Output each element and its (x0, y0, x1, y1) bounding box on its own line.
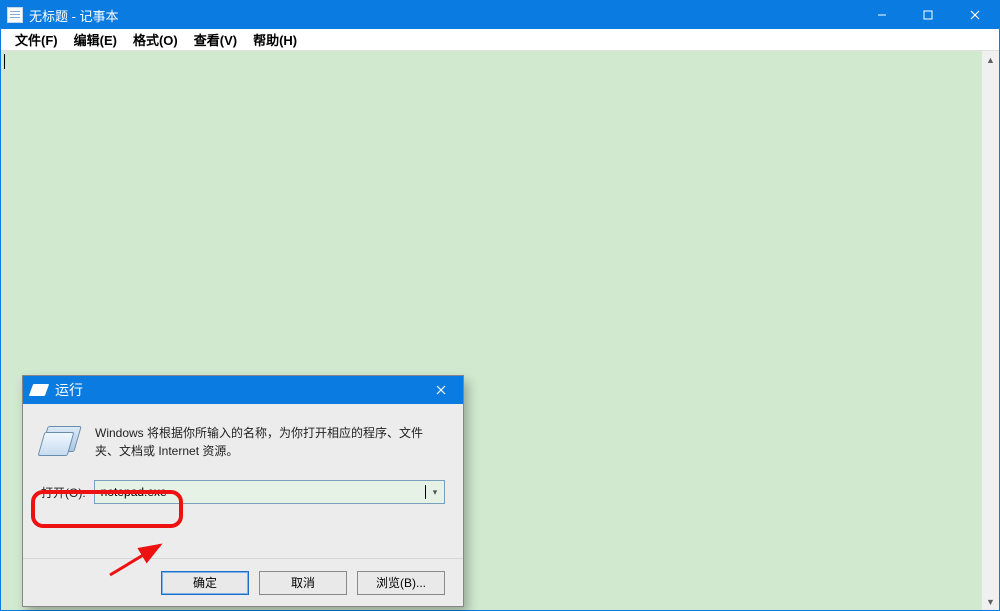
menu-help[interactable]: 帮助(H) (245, 28, 305, 51)
run-footer: 确定 取消 浏览(B)... (23, 558, 463, 606)
close-button[interactable] (951, 1, 999, 29)
open-combobox[interactable]: ▾ (94, 480, 445, 504)
scroll-down-icon[interactable]: ▼ (982, 593, 999, 610)
scroll-up-icon[interactable]: ▲ (982, 51, 999, 68)
run-close-button[interactable] (419, 376, 463, 404)
minimize-button[interactable] (859, 1, 905, 29)
run-program-icon (41, 424, 81, 458)
text-caret (4, 54, 5, 69)
run-title: 运行 (55, 380, 83, 400)
run-dialog: 运行 Windows 将根据你所输入的名称，为你打开相应的程序、文件夹、文档或 … (22, 375, 464, 607)
run-description: Windows 将根据你所输入的名称，为你打开相应的程序、文件夹、文档或 Int… (95, 424, 445, 460)
open-input[interactable] (95, 481, 425, 503)
ok-button[interactable]: 确定 (161, 571, 249, 595)
cancel-button[interactable]: 取消 (259, 571, 347, 595)
menubar: 文件(F) 编辑(E) 格式(O) 查看(V) 帮助(H) (1, 29, 999, 51)
window-title: 无标题 - 记事本 (29, 6, 119, 25)
dropdown-button[interactable]: ▾ (426, 481, 444, 503)
menu-edit[interactable]: 编辑(E) (66, 28, 125, 51)
maximize-button[interactable] (905, 1, 951, 29)
menu-file[interactable]: 文件(F) (7, 28, 66, 51)
open-label: 打开(O): (41, 484, 86, 501)
run-icon (31, 384, 47, 396)
titlebar[interactable]: 无标题 - 记事本 (1, 1, 999, 29)
run-titlebar[interactable]: 运行 (23, 376, 463, 404)
window-controls (859, 1, 999, 29)
notepad-icon (7, 7, 23, 23)
menu-view[interactable]: 查看(V) (186, 28, 245, 51)
browse-button[interactable]: 浏览(B)... (357, 571, 445, 595)
menu-format[interactable]: 格式(O) (125, 28, 186, 51)
vertical-scrollbar[interactable]: ▲ ▼ (982, 51, 999, 610)
run-body: Windows 将根据你所输入的名称，为你打开相应的程序、文件夹、文档或 Int… (23, 404, 463, 516)
chevron-down-icon: ▾ (433, 487, 438, 498)
